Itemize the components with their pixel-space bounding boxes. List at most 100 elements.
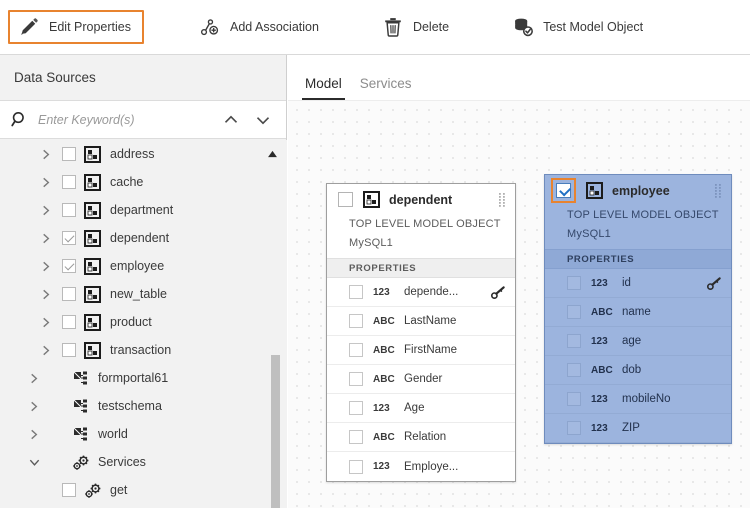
property-row[interactable]: ABC LastName xyxy=(327,307,515,336)
chevron-down-icon[interactable] xyxy=(252,109,274,131)
tree-item-cache[interactable]: cache xyxy=(0,168,272,196)
chevron-right-icon[interactable] xyxy=(40,176,53,189)
property-row[interactable]: 123 depende... xyxy=(327,278,515,307)
chevron-right-icon[interactable] xyxy=(40,316,53,329)
property-checkbox[interactable] xyxy=(349,372,363,386)
property-checkbox[interactable] xyxy=(567,363,581,377)
properties-header: PROPERTIES xyxy=(545,249,731,269)
tree-item-product[interactable]: product xyxy=(0,308,272,336)
tree-item-get[interactable]: get xyxy=(0,476,272,504)
property-row[interactable]: ABC Gender xyxy=(327,365,515,394)
tree-item-checkbox[interactable] xyxy=(62,483,76,497)
property-row[interactable]: 123 Employe... xyxy=(327,452,515,481)
tree-item-checkbox[interactable] xyxy=(62,315,76,329)
model-object-card-employee[interactable]: employee TOP LEVEL MODEL OBJECT MySQL1 PROP… xyxy=(544,174,732,444)
tree-item-employee[interactable]: employee xyxy=(0,252,272,280)
editor-tabs: Model Services xyxy=(288,55,750,100)
tree-item-checkbox[interactable] xyxy=(62,287,76,301)
tab-services[interactable]: Services xyxy=(351,76,421,100)
tab-model[interactable]: Model xyxy=(296,76,351,100)
checkbox-placeholder xyxy=(50,455,64,469)
test-model-object-icon xyxy=(512,16,534,38)
property-name: Employe... xyxy=(404,460,459,473)
tree-item-label: transaction xyxy=(110,343,172,357)
property-name: FirstName xyxy=(404,344,458,356)
search-input[interactable] xyxy=(38,112,220,127)
delete-button[interactable]: Delete xyxy=(373,10,461,44)
property-checkbox[interactable] xyxy=(567,392,581,406)
card-checkbox[interactable] xyxy=(556,183,571,198)
card-header: dependent xyxy=(327,184,515,215)
model-canvas[interactable]: dependent TOP LEVEL MODEL OBJECT MySQL1 PRO… xyxy=(288,100,750,508)
tree-item-testschema[interactable]: testschema xyxy=(0,392,272,420)
property-checkbox[interactable] xyxy=(567,305,581,319)
chevron-right-icon[interactable] xyxy=(28,372,41,385)
property-row[interactable]: ABC Relation xyxy=(327,423,515,452)
tab-model-label: Model xyxy=(305,76,342,91)
chevron-right-icon[interactable] xyxy=(40,288,53,301)
tree-item-address[interactable]: address xyxy=(0,140,272,168)
edit-properties-button[interactable]: Edit Properties xyxy=(8,10,144,44)
card-checkbox[interactable] xyxy=(338,192,353,207)
tree-item-department[interactable]: department xyxy=(0,196,272,224)
property-checkbox[interactable] xyxy=(349,314,363,328)
data-sources-title: Data Sources xyxy=(14,70,96,85)
primary-key-icon xyxy=(491,285,505,299)
chevron-right-icon[interactable] xyxy=(40,204,53,217)
property-row[interactable]: ABC dob xyxy=(545,356,731,385)
drag-handle-icon[interactable] xyxy=(497,192,507,207)
add-association-label: Add Association xyxy=(229,20,319,34)
property-checkbox[interactable] xyxy=(567,421,581,435)
tree-item-dependent[interactable]: dependent xyxy=(0,224,272,252)
property-checkbox[interactable] xyxy=(349,401,363,415)
tree-item-services[interactable]: Services xyxy=(0,448,272,476)
property-type: ABC xyxy=(591,306,613,318)
model-editor-panel: Model Services dependent TOP LEVEL MODEL … xyxy=(288,55,750,508)
property-checkbox[interactable] xyxy=(349,285,363,299)
property-checkbox[interactable] xyxy=(349,343,363,357)
property-checkbox[interactable] xyxy=(349,430,363,444)
add-association-button[interactable]: Add Association xyxy=(190,10,331,44)
tab-services-label: Services xyxy=(359,76,412,91)
drag-handle-icon[interactable] xyxy=(713,183,723,198)
tree-item-new_table[interactable]: new_table xyxy=(0,280,272,308)
trash-icon xyxy=(382,16,404,38)
chevron-down-icon[interactable] xyxy=(28,456,41,469)
chevron-right-icon[interactable] xyxy=(40,148,53,161)
data-sources-panel: Data Sources Enter Keyword(s) address ca… xyxy=(0,55,287,508)
chevron-right-icon[interactable] xyxy=(28,400,41,413)
chevron-right-icon[interactable] xyxy=(40,232,53,245)
property-row[interactable]: 123 age xyxy=(545,327,731,356)
tree-item-checkbox[interactable] xyxy=(62,343,76,357)
tree-item-label: new_table xyxy=(110,287,167,301)
tree-item-checkbox[interactable] xyxy=(62,203,76,217)
property-row[interactable]: 123 Age xyxy=(327,394,515,423)
chevron-right-icon[interactable] xyxy=(40,344,53,357)
property-row[interactable]: 123 ZIP xyxy=(545,414,731,443)
property-row[interactable]: ABC name xyxy=(545,298,731,327)
application-window: Edit Properties Add Association Delete T… xyxy=(0,0,750,508)
property-checkbox[interactable] xyxy=(567,276,581,290)
model-object-card-dependent[interactable]: dependent TOP LEVEL MODEL OBJECT MySQL1 PRO… xyxy=(326,183,516,482)
tree-item-world[interactable]: world xyxy=(0,420,272,448)
table-icon xyxy=(84,341,101,359)
property-type: 123 xyxy=(591,335,608,347)
tree-item-checkbox[interactable] xyxy=(62,259,76,273)
sidebar-scrollbar[interactable] xyxy=(271,140,280,508)
property-row[interactable]: 123 id xyxy=(545,269,731,298)
property-checkbox[interactable] xyxy=(349,459,363,474)
sidebar-scrollbar-thumb[interactable] xyxy=(271,355,280,508)
chevron-right-icon[interactable] xyxy=(40,260,53,273)
tree-item-checkbox[interactable] xyxy=(62,175,76,189)
tree-item-checkbox[interactable] xyxy=(62,231,76,245)
chevron-right-icon[interactable] xyxy=(28,428,41,441)
property-checkbox[interactable] xyxy=(567,334,581,348)
tree-item-formportal61[interactable]: formportal61 xyxy=(0,364,272,392)
property-name: mobileNo xyxy=(622,393,671,405)
tree-item-checkbox[interactable] xyxy=(62,147,76,161)
test-model-object-button[interactable]: Test Model Object xyxy=(503,10,655,44)
chevron-up-icon[interactable] xyxy=(220,109,242,131)
property-row[interactable]: 123 mobileNo xyxy=(545,385,731,414)
tree-item-transaction[interactable]: transaction xyxy=(0,336,272,364)
property-row[interactable]: ABC FirstName xyxy=(327,336,515,365)
